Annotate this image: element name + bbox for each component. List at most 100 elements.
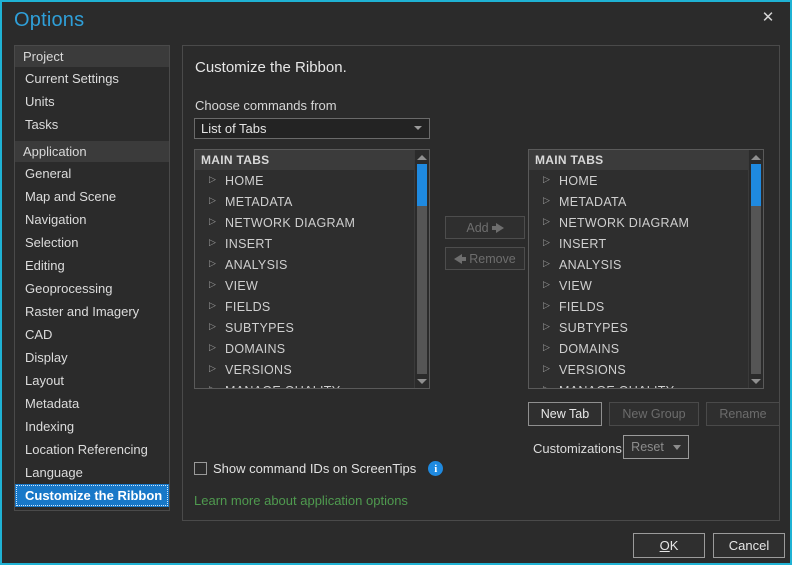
available-list-scrollbar[interactable] [414,150,429,388]
triangle-right-icon[interactable]: ▷ [543,176,559,185]
triangle-down-icon [751,378,761,384]
list-item[interactable]: ▷ ANALYSIS [195,254,414,275]
list-item-label: SUBTYPES [225,320,295,335]
triangle-right-icon[interactable]: ▷ [543,302,559,311]
triangle-right-icon[interactable]: ▷ [543,344,559,353]
scroll-down-button-right[interactable] [749,374,763,388]
ribbon-tabs-scrollbar[interactable] [748,150,763,388]
list-item[interactable]: ▷ NETWORK DIAGRAM [195,212,414,233]
sidebar-item-general[interactable]: General [15,162,169,185]
scrollbar-track-left[interactable] [417,164,427,374]
list-item[interactable]: ▷ DOMAINS [529,338,748,359]
list-item[interactable]: ▷ NETWORK DIAGRAM [529,212,748,233]
triangle-right-icon[interactable]: ▷ [543,260,559,269]
ribbon-tabs-list[interactable]: MAIN TABS ▷ HOME ▷ METADATA ▷ NETWORK DIAGRAM… [528,149,764,389]
triangle-right-icon[interactable]: ▷ [543,386,559,389]
sidebar-item-units[interactable]: Units [15,90,169,113]
sidebar-item-map-and-scene[interactable]: Map and Scene [15,185,169,208]
triangle-right-icon[interactable]: ▷ [543,218,559,227]
options-sidebar[interactable]: Project Current Settings Units Tasks App… [14,45,170,511]
remove-button[interactable]: Remove [445,247,525,270]
list-item[interactable]: ▷ METADATA [529,191,748,212]
choose-commands-from-dropdown[interactable]: List of Tabs [194,118,430,139]
triangle-right-icon[interactable]: ▷ [209,281,225,290]
add-button[interactable]: Add [445,216,525,239]
triangle-right-icon[interactable]: ▷ [209,239,225,248]
close-button[interactable]: ✕ [746,2,790,33]
sidebar-item-current-settings[interactable]: Current Settings [15,67,169,90]
list-item[interactable]: ▷MANAGE QUALITY [195,380,414,389]
list-item[interactable]: ▷ VIEW [529,275,748,296]
list-item[interactable]: ▷ INSERT [195,233,414,254]
sidebar-item-navigation[interactable]: Navigation [15,208,169,231]
list-item[interactable]: ▷ HOME [195,170,414,191]
sidebar-item-location-referencing[interactable]: Location Referencing [15,438,169,461]
choose-commands-label: Choose commands from [195,98,337,113]
triangle-right-icon[interactable]: ▷ [209,260,225,269]
sidebar-item-geoprocessing[interactable]: Geoprocessing [15,277,169,300]
sidebar-item-editing[interactable]: Editing [15,254,169,277]
list-item[interactable]: ▷ HOME [529,170,748,191]
learn-more-link[interactable]: Learn more about application options [194,493,408,508]
list-item[interactable]: ▷ FIELDS [195,296,414,317]
sidebar-item-customize-the-ribbon[interactable]: Customize the Ribbon [15,484,169,507]
rename-button[interactable]: Rename [706,402,780,426]
triangle-right-icon[interactable]: ▷ [209,344,225,353]
sidebar-item-display[interactable]: Display [15,346,169,369]
info-icon[interactable]: i [428,461,444,476]
triangle-right-icon[interactable]: ▷ [543,365,559,374]
sidebar-item-language[interactable]: Language [15,461,169,484]
triangle-right-icon[interactable]: ▷ [209,218,225,227]
sidebar-item-tasks[interactable]: Tasks [15,113,169,136]
scrollbar-thumb-right[interactable] [751,164,761,206]
list-item[interactable]: ▷ VERSIONS [195,359,414,380]
triangle-right-icon[interactable]: ▷ [543,197,559,206]
sidebar-group-header-project: Project [15,46,169,67]
triangle-right-icon[interactable]: ▷ [543,281,559,290]
triangle-right-icon[interactable]: ▷ [209,386,225,389]
list-item-label: VIEW [559,278,593,293]
scrollbar-thumb-left[interactable] [417,164,427,206]
list-item[interactable]: ▷ ANALYSIS [529,254,748,275]
triangle-right-icon[interactable]: ▷ [209,197,225,206]
ribbon-tabs-list-body[interactable]: ▷ HOME ▷ METADATA ▷ NETWORK DIAGRAM ▷ INSERT ▷ AN… [529,170,748,389]
triangle-right-icon[interactable]: ▷ [209,176,225,185]
new-group-button[interactable]: New Group [609,402,699,426]
list-item[interactable]: ▷ INSERT [529,233,748,254]
new-tab-button[interactable]: New Tab [528,402,602,426]
list-item[interactable]: ▷MANAGE QUALITY [529,380,748,389]
triangle-right-icon[interactable]: ▷ [209,323,225,332]
triangle-right-icon[interactable]: ▷ [209,302,225,311]
list-item-label: HOME [559,173,598,188]
scrollbar-track-right[interactable] [751,164,761,374]
list-item-label: VERSIONS [225,362,292,377]
scroll-down-button-left[interactable] [415,374,429,388]
scroll-up-button-right[interactable] [749,150,763,164]
sidebar-item-raster-and-imagery[interactable]: Raster and Imagery [15,300,169,323]
sidebar-item-indexing[interactable]: Indexing [15,415,169,438]
sidebar-item-cad[interactable]: CAD [15,323,169,346]
triangle-right-icon[interactable]: ▷ [543,239,559,248]
show-command-ids-checkbox[interactable] [194,462,207,475]
available-commands-list[interactable]: MAIN TABS ▷ HOME ▷ METADATA ▷ NETWORK DIAGRAM… [194,149,430,389]
cancel-button[interactable]: Cancel [713,533,785,558]
customize-ribbon-panel: Customize the Ribbon. Choose commands fr… [182,45,780,521]
reset-button[interactable]: Reset [623,435,689,459]
list-item[interactable]: ▷ SUBTYPES [529,317,748,338]
triangle-right-icon[interactable]: ▷ [209,365,225,374]
ok-button[interactable]: OK [633,533,705,558]
show-command-ids-label[interactable]: Show command IDs on ScreenTips [213,461,416,476]
triangle-right-icon[interactable]: ▷ [543,323,559,332]
list-item[interactable]: ▷ VERSIONS [529,359,748,380]
list-item[interactable]: ▷ VIEW [195,275,414,296]
sidebar-item-layout[interactable]: Layout [15,369,169,392]
ok-button-accelerator: O [659,538,670,553]
list-item[interactable]: ▷ FIELDS [529,296,748,317]
sidebar-item-selection[interactable]: Selection [15,231,169,254]
list-item[interactable]: ▷ DOMAINS [195,338,414,359]
list-item[interactable]: ▷ SUBTYPES [195,317,414,338]
available-commands-list-body[interactable]: ▷ HOME ▷ METADATA ▷ NETWORK DIAGRAM ▷ INSERT ▷ AN… [195,170,414,389]
list-item[interactable]: ▷ METADATA [195,191,414,212]
sidebar-item-metadata[interactable]: Metadata [15,392,169,415]
scroll-up-button-left[interactable] [415,150,429,164]
